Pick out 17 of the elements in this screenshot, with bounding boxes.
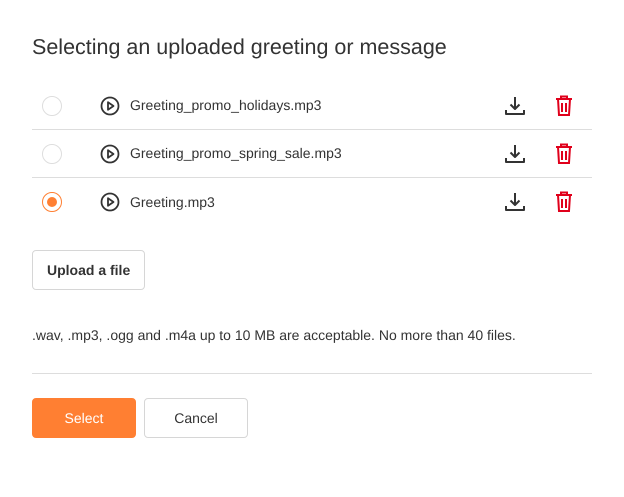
file-name: Greeting_promo_holidays.mp3 [130,96,322,115]
download-icon[interactable] [504,191,526,213]
upload-button[interactable]: Upload a file [32,250,146,290]
file-requirements-note: .wav, .mp3, .ogg and .m4a up to 10 MB are acceptable. No more than 40 files. [32,326,517,345]
delete-icon[interactable] [555,191,573,213]
cancel-button[interactable]: Cancel [144,398,248,438]
file-name: Greeting_promo_spring_sale.mp3 [130,144,343,163]
dialog-title: Selecting an uploaded greeting or message [32,34,448,61]
file-name: Greeting.mp3 [130,192,216,212]
download-icon[interactable] [504,142,526,164]
delete-icon[interactable] [555,142,573,164]
download-icon[interactable] [504,94,526,116]
play-icon[interactable] [100,144,120,164]
play-icon[interactable] [100,192,120,212]
radio-button[interactable] [42,192,62,212]
delete-icon[interactable] [555,94,573,116]
play-icon[interactable] [100,96,120,116]
